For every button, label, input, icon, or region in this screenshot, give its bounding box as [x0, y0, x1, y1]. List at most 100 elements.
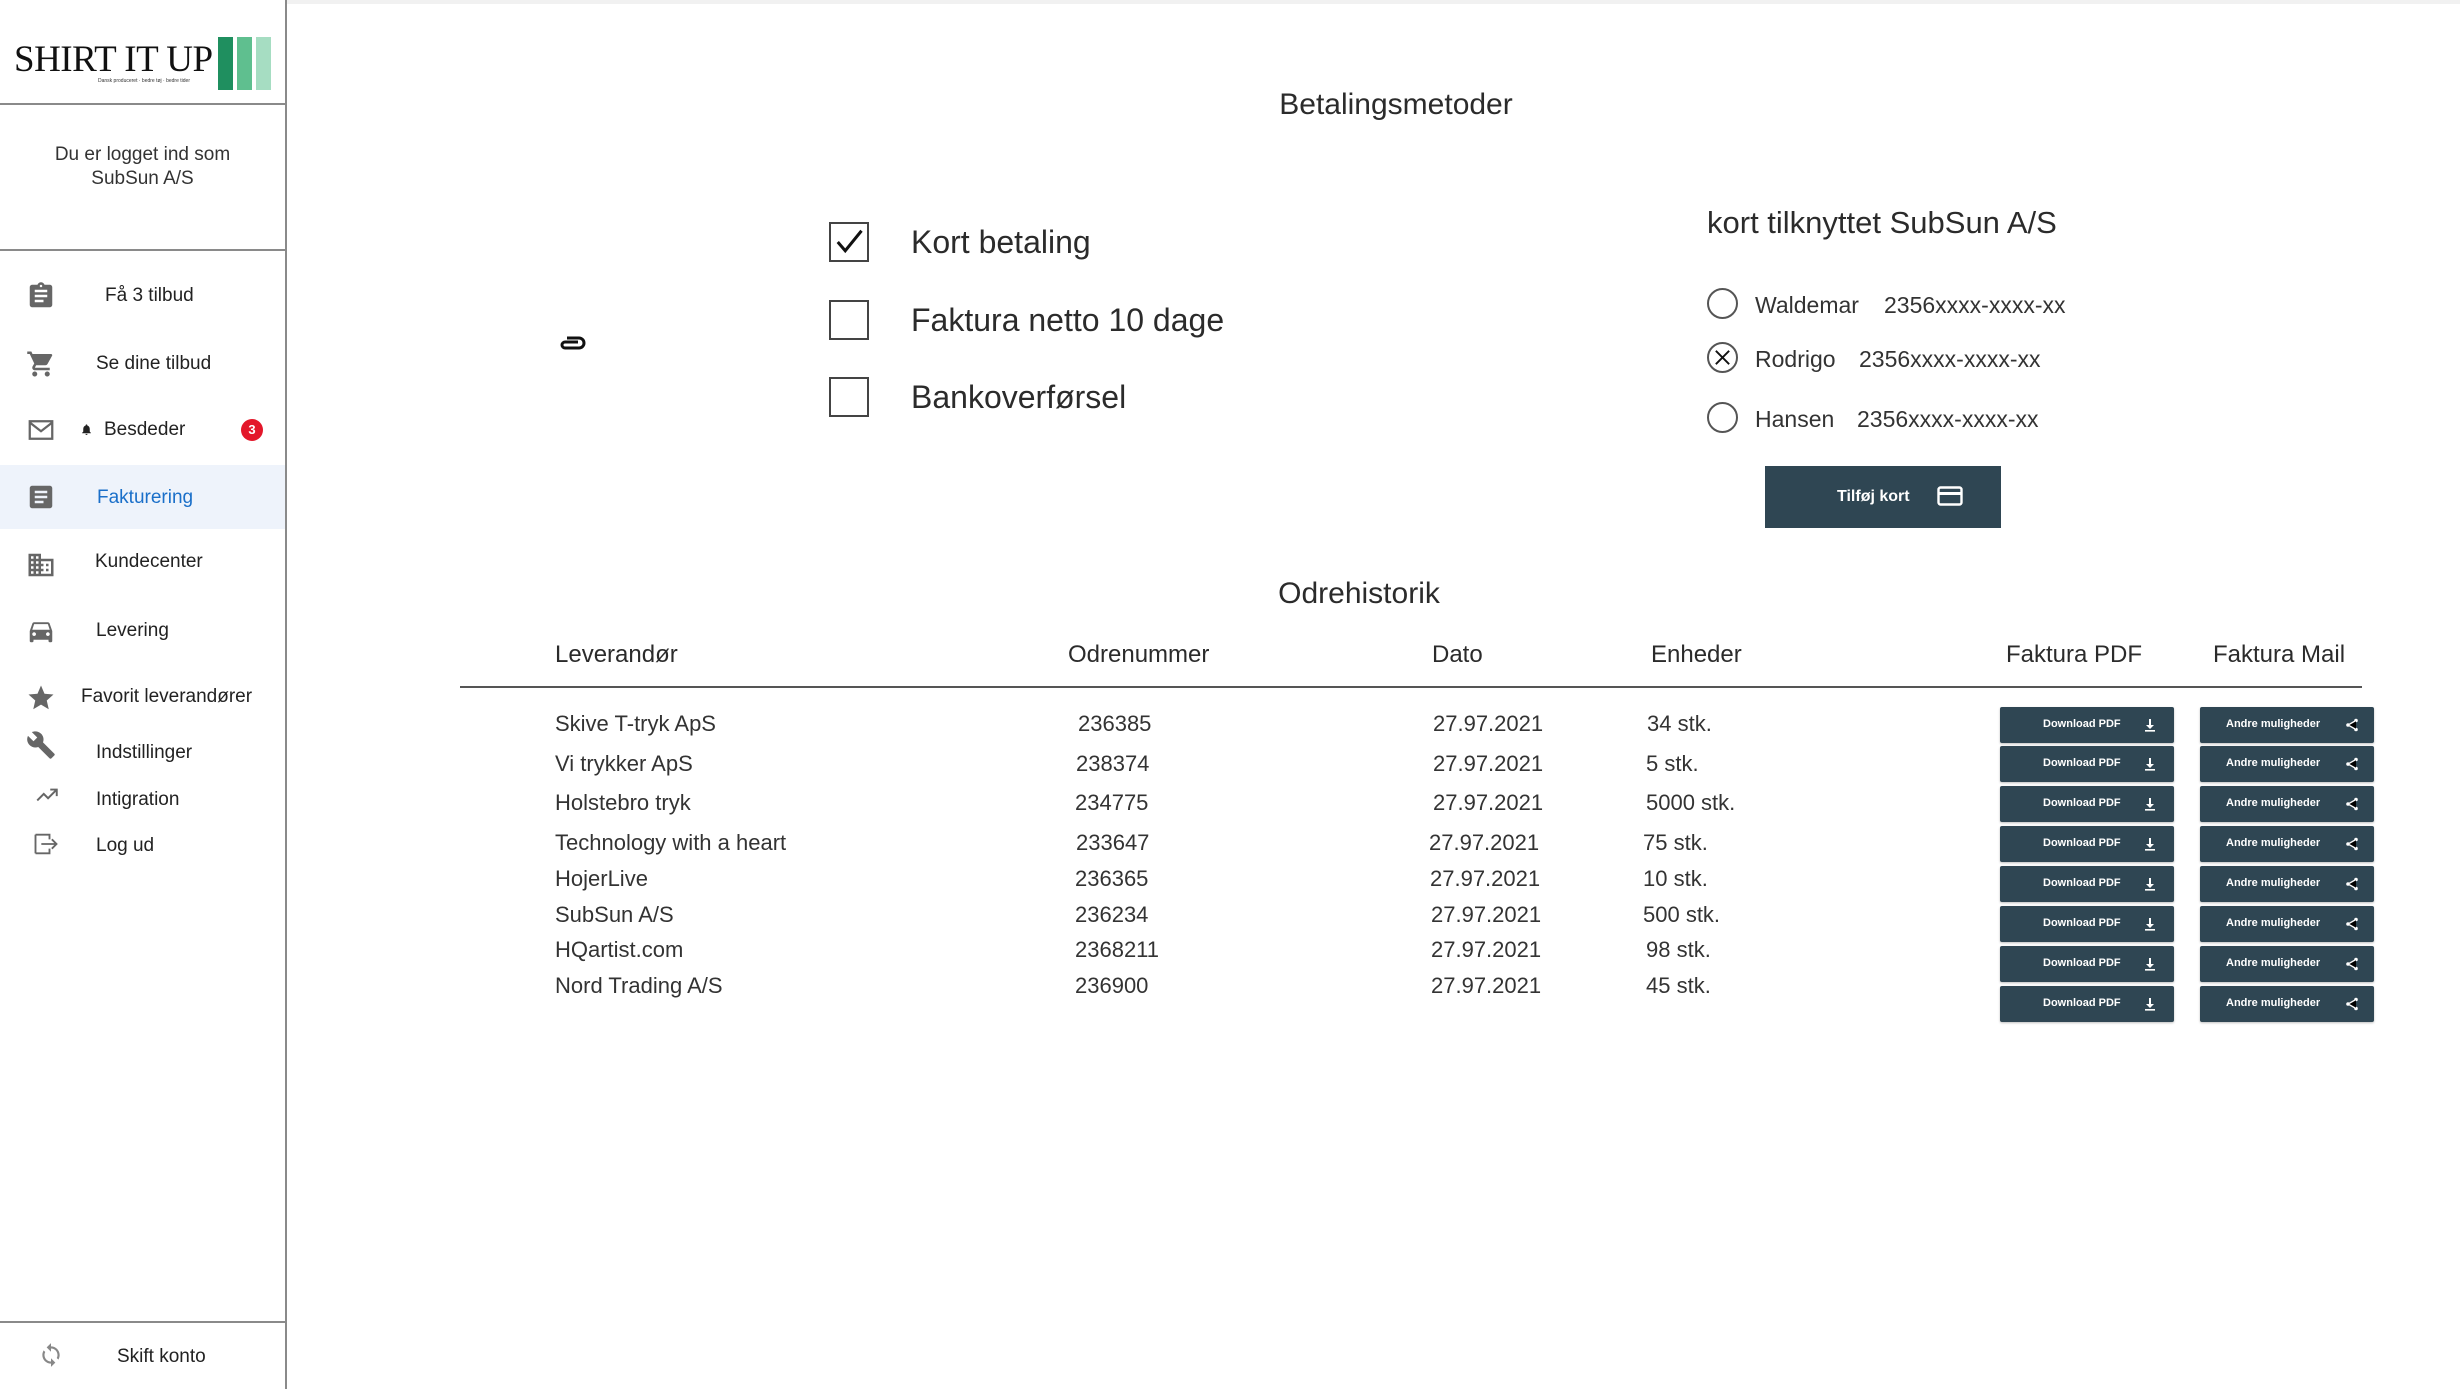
cell-order-number: 236385 [1078, 711, 1152, 736]
download-pdf-button[interactable]: Download PDF [2000, 746, 2174, 782]
cards-title: kort tilknyttet SubSun A/S [1707, 205, 2057, 240]
other-options-button[interactable]: Andre muligheder [2200, 866, 2374, 902]
cell-supplier: Vi trykker ApS [555, 751, 693, 776]
download-icon [2145, 719, 2155, 732]
add-card-button[interactable]: Tilføj kort [1765, 466, 2001, 528]
cell-date: 27.97.2021 [1431, 902, 1542, 927]
bank-transfer-checkbox[interactable] [829, 377, 869, 417]
sidebar-item-integration[interactable]: Intigration [0, 772, 285, 822]
download-icon [2145, 878, 2155, 891]
card-holder: Hansen [1755, 406, 1835, 432]
payment-method-label: Bankoverførsel [911, 379, 1127, 415]
download-pdf-button[interactable]: Download PDF [2000, 906, 2174, 942]
payment-methods-title: Betalingsmetoder [1279, 88, 1513, 121]
sidebar-item-label: Få 3 tilbud [105, 285, 194, 306]
switch-account-label: Skift konto [117, 1346, 206, 1367]
cell-order-number: 236900 [1075, 973, 1149, 998]
download-icon [2145, 798, 2155, 811]
other-options-label: Andre muligheder [2226, 917, 2321, 929]
divider [0, 249, 285, 251]
download-pdf-label: Download PDF [2043, 718, 2121, 730]
cell-date: 27.97.2021 [1430, 866, 1541, 891]
card-number: 2356xxxx-xxxx-xx [1859, 346, 2041, 372]
share-icon [2346, 997, 2358, 1011]
other-options-button[interactable]: Andre muligheder [2200, 906, 2374, 942]
cell-date: 27.97.2021 [1431, 973, 1542, 998]
download-icon [2145, 758, 2155, 771]
payment-method-label: Kort betaling [911, 224, 1091, 260]
card-radio[interactable] [1707, 402, 1738, 433]
cell-units: 98 stk. [1646, 937, 1711, 962]
column-header-units: Enheder [1651, 641, 1742, 668]
cell-date: 27.97.2021 [1433, 711, 1544, 736]
brand-tagline: Dansk produceret · bedre tøj · bedre tid… [98, 78, 190, 84]
cell-units: 5000 stk. [1646, 790, 1736, 815]
share-icon [2346, 917, 2358, 931]
cell-units: 75 stk. [1643, 830, 1708, 855]
cell-supplier: Technology with a heart [555, 830, 787, 855]
other-options-label: Andre muligheder [2226, 837, 2321, 849]
invoice-payment-checkbox[interactable] [829, 300, 869, 340]
brand-name: SHIRT IT UP [14, 39, 213, 80]
table-header-divider [460, 686, 2362, 688]
card-radio[interactable] [1707, 288, 1738, 319]
sidebar-item-label: Kundecenter [95, 551, 203, 572]
sidebar-item-invoicing[interactable]: Fakturering [0, 465, 285, 529]
download-pdf-label: Download PDF [2043, 797, 2121, 809]
card-number: 2356xxxx-xxxx-xx [1884, 292, 2066, 318]
cell-supplier: SubSun A/S [555, 902, 674, 927]
column-header-date: Dato [1432, 641, 1483, 668]
brand-logo[interactable]: SHIRT IT UP Dansk produceret · bedre tøj… [14, 34, 274, 94]
sidebar-item-label: Intigration [96, 789, 180, 810]
cell-supplier: Skive T-tryk ApS [555, 711, 716, 736]
divider [0, 103, 285, 105]
cell-order-number: 238374 [1076, 751, 1150, 776]
download-pdf-button[interactable]: Download PDF [2000, 986, 2174, 1022]
other-options-button[interactable]: Andre muligheder [2200, 986, 2374, 1022]
other-options-button[interactable]: Andre muligheder [2200, 707, 2374, 743]
sidebar-item-favorite-suppliers[interactable]: Favorit leverandører [0, 666, 285, 730]
cell-date: 27.97.2021 [1433, 751, 1544, 776]
sidebar-item-get-offers[interactable]: Få 3 tilbud [0, 264, 285, 328]
logo-bars-icon [218, 37, 272, 90]
cell-units: 34 stk. [1647, 711, 1712, 736]
other-options-button[interactable]: Andre muligheder [2200, 946, 2374, 982]
cell-date: 27.97.2021 [1433, 790, 1544, 815]
sidebar-item-customer-center[interactable]: Kundecenter [0, 530, 285, 594]
sidebar-item-label: Se dine tilbud [96, 353, 212, 374]
download-pdf-button[interactable]: Download PDF [2000, 826, 2174, 862]
other-options-button[interactable]: Andre muligheder [2200, 786, 2374, 822]
cell-order-number: 234775 [1075, 790, 1149, 815]
order-history-title: Odrehistorik [1278, 577, 1440, 610]
other-options-button[interactable]: Andre muligheder [2200, 826, 2374, 862]
cell-order-number: 233647 [1076, 830, 1150, 855]
share-icon [2346, 957, 2358, 971]
cell-units: 5 stk. [1646, 751, 1699, 776]
card-holder: Waldemar [1755, 292, 1859, 318]
download-icon [2145, 998, 2155, 1011]
sidebar-item-messages[interactable]: Besdeder 3 [0, 398, 285, 462]
download-pdf-button[interactable]: Download PDF [2000, 946, 2174, 982]
download-pdf-button[interactable]: Download PDF [2000, 707, 2174, 743]
other-options-button[interactable]: Andre muligheder [2200, 746, 2374, 782]
download-pdf-button[interactable]: Download PDF [2000, 786, 2174, 822]
download-pdf-label: Download PDF [2043, 957, 2121, 969]
other-options-label: Andre muligheder [2226, 718, 2321, 730]
download-pdf-button[interactable]: Download PDF [2000, 866, 2174, 902]
paperclip-icon[interactable] [557, 332, 587, 354]
logged-in-company: SubSun A/S [91, 168, 194, 189]
sidebar-item-label: Fakturering [97, 487, 194, 508]
sidebar-item-logout[interactable]: Log ud [0, 822, 285, 872]
sidebar-item-delivery[interactable]: Levering [0, 598, 285, 662]
sidebar-item-label: Log ud [96, 835, 155, 856]
sidebar-item-see-offers[interactable]: Se dine tilbud [0, 332, 285, 396]
card-payment-checkbox[interactable] [829, 222, 869, 262]
cart-icon [27, 351, 53, 377]
share-icon [2346, 797, 2358, 811]
sidebar-item-label: Levering [96, 620, 169, 641]
share-icon [2346, 718, 2358, 732]
other-options-label: Andre muligheder [2226, 797, 2321, 809]
switch-account-button[interactable]: Skift konto [0, 1322, 285, 1389]
clipboard-icon [29, 282, 53, 308]
card-radio[interactable] [1707, 342, 1738, 373]
